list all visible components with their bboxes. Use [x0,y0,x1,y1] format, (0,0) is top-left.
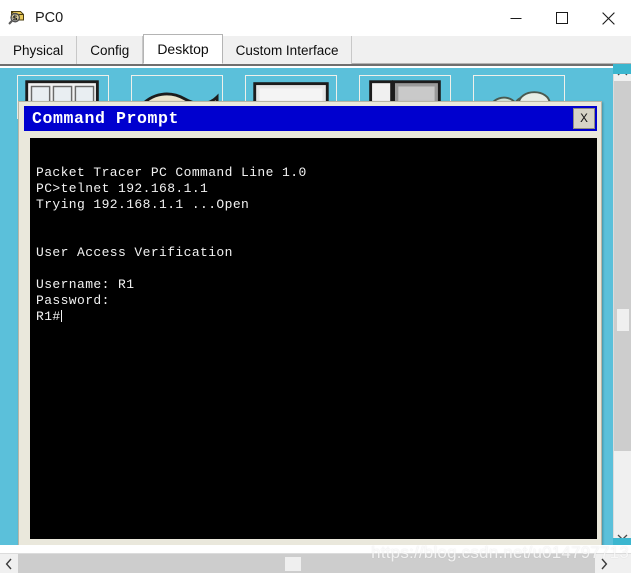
command-prompt-titlebar[interactable]: Command Prompt X [24,106,597,131]
tab-desktop-label: Desktop [157,41,209,57]
desktop-tab-content: Command Prompt X Packet Tracer PC Comman… [0,64,631,573]
window-title-text: PC0 [35,10,64,26]
window-title-group: S PC0 [7,6,63,30]
tab-physical[interactable]: Physical [0,36,78,64]
pc0-device-window: S PC0 Physical Config Desktop Custom Int… [0,0,631,573]
tab-desktop[interactable]: Desktop [143,34,223,64]
desktop-horizontal-scrollbar-area [0,545,631,573]
horizontal-scroll-track[interactable] [18,554,595,573]
terminal-line: User Access Verification [36,245,233,260]
tab-custom-interface-label: Custom Interface [235,42,339,58]
desktop-scroll-corner-top [613,64,631,74]
device-tab-bar: Physical Config Desktop Custom Interface [0,34,631,64]
command-prompt-window[interactable]: Command Prompt X Packet Tracer PC Comman… [18,101,602,545]
tab-custom-interface[interactable]: Custom Interface [222,36,353,64]
desktop-vertical-scrollbar[interactable] [613,64,631,545]
terminal-output[interactable]: Packet Tracer PC Command Line 1.0 PC>tel… [30,138,597,539]
terminal-line: Username: R1 [36,277,135,292]
desktop-background: Command Prompt X Packet Tracer PC Comman… [3,68,611,545]
terminal-prompt-line[interactable]: R1# [36,309,597,325]
command-prompt-title: Command Prompt [32,109,180,128]
tab-config[interactable]: Config [77,36,144,64]
terminal-line: Packet Tracer PC Command Line 1.0 [36,165,307,180]
svg-text:S: S [13,14,18,22]
packet-tracer-icon: S [7,8,27,28]
terminal-line: Password: [36,293,110,308]
desktop-pane: Command Prompt X Packet Tracer PC Comman… [0,64,613,545]
command-prompt-close-button[interactable]: X [573,108,595,129]
terminal-line: PC>telnet 192.168.1.1 [36,181,209,196]
device-tabs: Physical Config Desktop Custom Interface [0,34,353,64]
terminal-prompt-text: R1# [36,309,61,324]
tab-config-label: Config [90,42,130,58]
minimize-button[interactable] [493,0,539,36]
vertical-scroll-thumb-grip [617,309,629,331]
scroll-right-button[interactable] [595,554,613,573]
maximize-button[interactable] [539,0,585,36]
vertical-scroll-thumb[interactable] [614,81,631,451]
terminal-line: Trying 192.168.1.1 ...Open [36,197,250,212]
terminal-cursor [60,310,62,322]
scrollbar-corner [613,554,631,573]
tab-physical-label: Physical [13,42,64,58]
horizontal-scroll-thumb-grip[interactable] [285,557,301,571]
window-titlebar: S PC0 [0,0,631,37]
scroll-left-button[interactable] [0,554,18,573]
close-button[interactable] [585,0,631,36]
window-controls [493,0,631,36]
desktop-horizontal-scrollbar[interactable] [0,553,631,573]
vertical-scroll-track[interactable] [614,81,631,528]
